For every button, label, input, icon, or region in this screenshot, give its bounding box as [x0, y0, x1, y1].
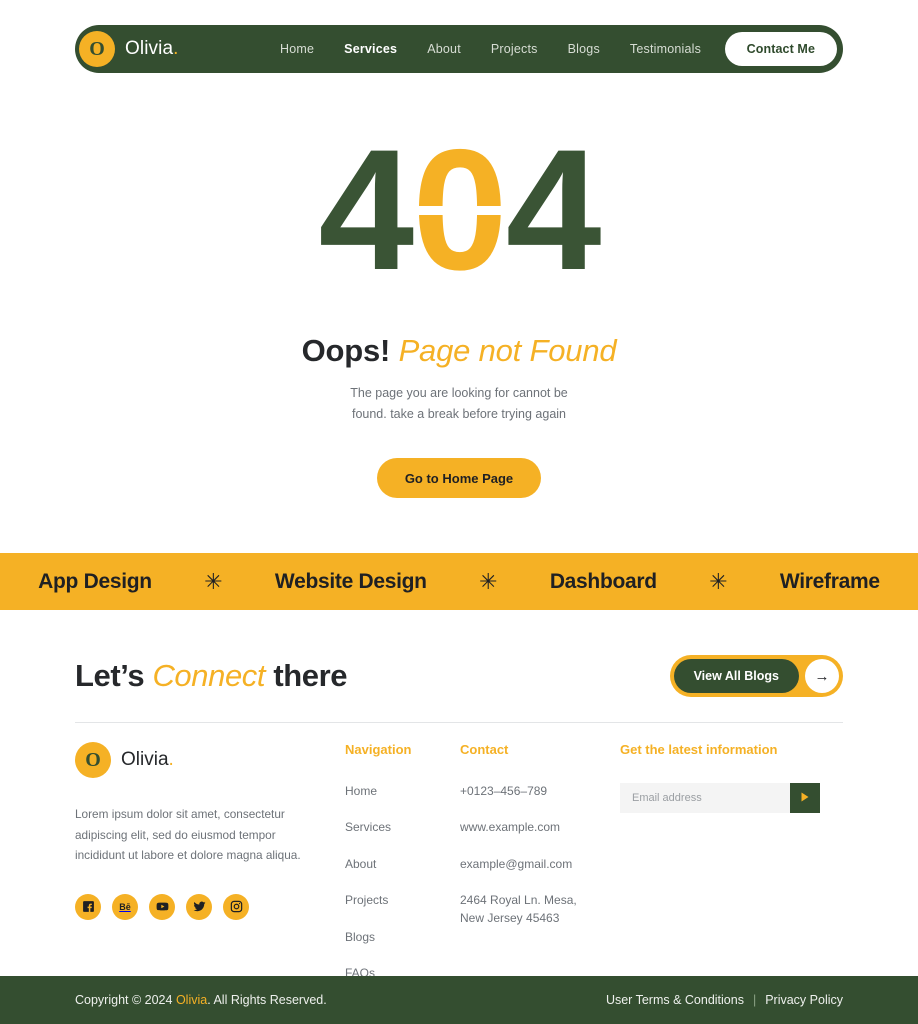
- social-links: Bē: [75, 893, 315, 920]
- error-title-italic: Page not Found: [398, 333, 617, 368]
- footer-brand-name: Olivia.: [121, 749, 174, 771]
- view-all-blogs-button[interactable]: View All Blogs →: [669, 655, 843, 697]
- sparkle-icon: ✳: [479, 568, 498, 594]
- error-description-line1: The page you are looking for cannot be: [350, 386, 568, 400]
- nav-item-blogs[interactable]: Blogs: [568, 42, 600, 56]
- newsletter-heading: Get the latest information: [620, 742, 778, 757]
- brand-dot: .: [173, 38, 179, 59]
- footer-contact-phone[interactable]: +0123–456–789: [460, 783, 620, 800]
- contact-me-button[interactable]: Contact Me: [724, 32, 837, 66]
- footer-brand-name-text: Olivia: [121, 749, 169, 770]
- marquee-item-wireframe: Wireframe: [779, 569, 880, 593]
- newsletter-form: [620, 783, 820, 813]
- error-digit-last: 4: [505, 114, 602, 306]
- connect-heading: Let’s Connect there: [75, 658, 348, 694]
- nav-item-projects[interactable]: Projects: [491, 42, 538, 56]
- instagram-icon[interactable]: [223, 893, 249, 920]
- nav-item-services[interactable]: Services: [344, 42, 397, 56]
- copyright-text: Copyright © 2024 Olivia. All Rights Rese…: [75, 993, 327, 1007]
- footer-description: Lorem ipsum dolor sit amet, consectetur …: [75, 807, 301, 863]
- main-navigation: Home Services About Projects Blogs Testi…: [280, 42, 701, 56]
- footer-address-line1: 2464 Royal Ln. Mesa,: [460, 893, 577, 908]
- brand-logo[interactable]: O Olivia.: [79, 31, 179, 67]
- brand-name: Olivia.: [125, 38, 179, 60]
- footer-brand-column: O Olivia. Lorem ipsum dolor sit amet, co…: [75, 742, 345, 1001]
- footer-contact-heading: Contact: [460, 742, 509, 757]
- newsletter-submit-button[interactable]: [790, 783, 820, 813]
- logo-letter: O: [89, 38, 105, 60]
- footer-contact-website[interactable]: www.example.com: [460, 819, 620, 836]
- arrow-right-icon: →: [805, 659, 839, 693]
- nav-item-about[interactable]: About: [427, 42, 461, 56]
- connect-heading-part1: Let’s: [75, 658, 145, 693]
- youtube-icon[interactable]: [149, 893, 175, 920]
- connect-section: Let’s Connect there View All Blogs →: [75, 655, 843, 697]
- go-to-home-page-button[interactable]: Go to Home Page: [376, 458, 542, 499]
- marquee-item-dashboard: Dashboard: [549, 569, 657, 593]
- privacy-policy-link[interactable]: Privacy Policy: [765, 993, 843, 1007]
- send-icon: [799, 791, 811, 806]
- facebook-icon[interactable]: [75, 893, 101, 920]
- error-hero: 4 0 4 Oops! Page not Found The page you …: [0, 73, 918, 499]
- twitter-icon[interactable]: [186, 893, 212, 920]
- zero-slash-decoration: [408, 206, 510, 215]
- error-digit-zero: 0: [408, 124, 510, 296]
- legal-separator: |: [752, 993, 757, 1007]
- sparkle-icon: ✳: [709, 568, 728, 594]
- error-title: Oops! Page not Found: [0, 333, 918, 369]
- nav-item-home[interactable]: Home: [280, 42, 314, 56]
- error-digit-first: 4: [318, 114, 414, 306]
- copyright-prefix: Copyright © 2024: [75, 993, 176, 1007]
- services-marquee-band: App Design ✳ Website Design ✳ Dashboard …: [0, 553, 918, 610]
- error-description: The page you are looking for cannot be f…: [0, 383, 918, 424]
- footer-contact-address: 2464 Royal Ln. Mesa, New Jersey 45463: [460, 892, 620, 927]
- legal-links: User Terms & Conditions | Privacy Policy: [606, 993, 843, 1007]
- logo-mark-icon: O: [75, 742, 111, 778]
- navbar: O Olivia. Home Services About Projects B…: [75, 25, 843, 73]
- footer-contact-email[interactable]: example@gmail.com: [460, 856, 620, 873]
- footer-navigation-heading: Navigation: [345, 742, 412, 757]
- email-input[interactable]: [620, 783, 790, 813]
- connect-heading-part2: there: [273, 658, 348, 693]
- sparkle-icon: ✳: [204, 568, 223, 594]
- error-description-line2: found. take a break before trying again: [351, 406, 567, 421]
- footer-link-home[interactable]: Home: [345, 783, 460, 800]
- footer-link-projects[interactable]: Projects: [345, 892, 460, 909]
- footer-link-blogs[interactable]: Blogs: [345, 929, 460, 946]
- footer-navigation-column: Navigation Home Services About Projects …: [345, 742, 460, 1001]
- logo-mark-icon: O: [79, 31, 115, 67]
- brand-name-text: Olivia: [125, 38, 174, 59]
- copyright-suffix: . All Rights Reserved.: [207, 993, 327, 1007]
- logo-letter: O: [85, 749, 101, 771]
- behance-icon[interactable]: Bē: [112, 893, 138, 920]
- view-all-blogs-label: View All Blogs: [673, 659, 799, 693]
- footer-link-about[interactable]: About: [345, 856, 460, 873]
- footer-divider: [75, 722, 843, 723]
- footer-address-line2: New Jersey 45463: [460, 910, 560, 925]
- footer-newsletter-column: Get the latest information: [620, 742, 843, 1001]
- footer-link-services[interactable]: Services: [345, 819, 460, 836]
- header: O Olivia. Home Services About Projects B…: [0, 0, 918, 73]
- error-title-bold: Oops!: [301, 333, 391, 368]
- error-code: 4 0 4: [0, 124, 918, 296]
- user-terms-link[interactable]: User Terms & Conditions: [606, 993, 744, 1007]
- footer-contact-column: Contact +0123–456–789 www.example.com ex…: [460, 742, 620, 1001]
- footer-brand-dot: .: [168, 749, 174, 770]
- marquee-item-app-design: App Design: [38, 569, 152, 593]
- copyright-brand: Olivia: [175, 993, 208, 1007]
- bottom-bar: Copyright © 2024 Olivia. All Rights Rese…: [0, 976, 918, 1024]
- connect-heading-italic: Connect: [152, 658, 266, 693]
- footer-brand-logo[interactable]: O Olivia.: [75, 742, 315, 778]
- footer: O Olivia. Lorem ipsum dolor sit amet, co…: [75, 742, 843, 1001]
- nav-item-testimonials[interactable]: Testimonials: [630, 42, 701, 56]
- marquee-item-website-design: Website Design: [274, 569, 427, 593]
